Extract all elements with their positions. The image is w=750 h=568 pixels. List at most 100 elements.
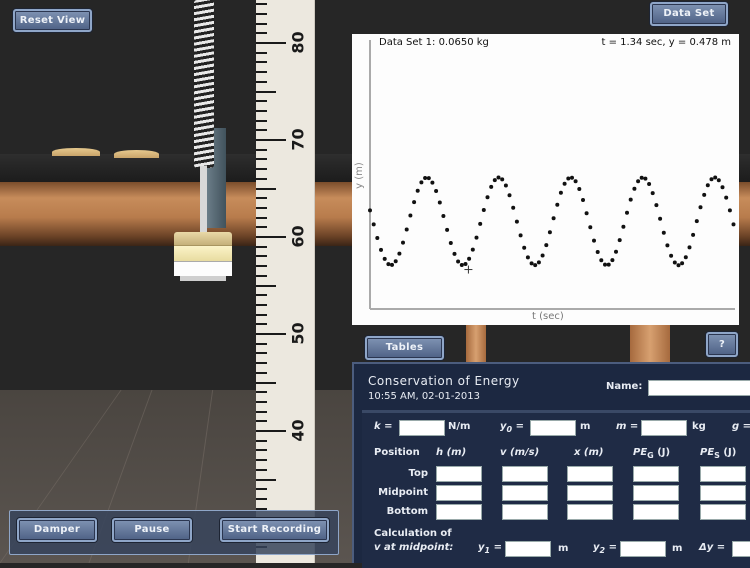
data-point bbox=[665, 243, 670, 248]
ruler-tick bbox=[256, 226, 267, 229]
dy-input[interactable] bbox=[732, 541, 750, 557]
g-label: g = bbox=[732, 421, 750, 432]
y1-input[interactable] bbox=[505, 541, 551, 557]
ruler-tick bbox=[256, 497, 267, 500]
y2-label: y2 = bbox=[593, 542, 617, 555]
midpoint-x-input[interactable] bbox=[567, 485, 613, 501]
midpoint-v-input[interactable] bbox=[502, 485, 548, 501]
data-point bbox=[474, 235, 479, 240]
name-input[interactable] bbox=[648, 380, 750, 396]
data-point bbox=[698, 205, 703, 210]
data-point bbox=[581, 198, 585, 202]
table-leg bbox=[466, 325, 486, 365]
data-point bbox=[496, 175, 501, 180]
data-point bbox=[683, 255, 688, 260]
k-label: k = bbox=[374, 421, 393, 432]
data-point bbox=[382, 256, 387, 261]
row-label-top: Top bbox=[408, 468, 428, 479]
data-point bbox=[500, 177, 505, 182]
y0-input[interactable] bbox=[530, 420, 576, 436]
top-h-input[interactable] bbox=[436, 466, 482, 482]
data-point bbox=[503, 183, 508, 188]
calc-label-2: v at midpoint: bbox=[374, 542, 454, 553]
data-point bbox=[371, 222, 376, 227]
reset-view-button[interactable]: Reset View bbox=[13, 9, 92, 32]
data-point bbox=[617, 238, 622, 243]
bottom-pe-g-input[interactable] bbox=[633, 504, 679, 520]
help-button[interactable]: ? bbox=[706, 332, 738, 357]
data-point bbox=[445, 227, 450, 232]
tables-button[interactable]: Tables bbox=[365, 336, 444, 360]
top-pe-g-input[interactable] bbox=[633, 466, 679, 482]
data-set-button[interactable]: Data Set bbox=[650, 2, 728, 26]
data-point bbox=[430, 180, 435, 185]
ruler-tick bbox=[256, 22, 267, 25]
bottom-v-input[interactable] bbox=[502, 504, 548, 520]
data-point bbox=[481, 208, 486, 212]
data-point bbox=[676, 263, 681, 268]
y0-label: y0 = bbox=[500, 421, 524, 434]
y2-unit: m bbox=[672, 543, 683, 554]
midpoint-pe-g-input[interactable] bbox=[633, 485, 679, 501]
data-point bbox=[448, 241, 453, 245]
ruler-tick bbox=[256, 168, 267, 171]
data-point bbox=[401, 240, 405, 245]
data-point bbox=[379, 247, 383, 252]
bottom-h-input[interactable] bbox=[436, 504, 482, 520]
m-input[interactable] bbox=[641, 420, 687, 436]
ruler-tick bbox=[256, 42, 286, 44]
data-point bbox=[452, 251, 457, 256]
ruler-tick bbox=[256, 313, 267, 316]
data-point bbox=[437, 200, 442, 205]
data-point bbox=[584, 211, 589, 216]
col-pe-g: PEG (J) bbox=[633, 447, 671, 460]
data-point bbox=[540, 253, 545, 258]
data-point bbox=[709, 177, 714, 182]
ruler-tick bbox=[256, 139, 286, 141]
data-point bbox=[386, 262, 391, 267]
ruler-tick bbox=[256, 32, 267, 35]
ruler[interactable]: 80 70 60 50 40 bbox=[256, 0, 315, 563]
data-point bbox=[614, 249, 618, 254]
top-pe-s-input[interactable] bbox=[700, 466, 746, 482]
data-point bbox=[716, 178, 721, 183]
ruler-tick bbox=[256, 80, 267, 83]
midpoint-pe-s-input[interactable] bbox=[700, 485, 746, 501]
data-point bbox=[650, 191, 655, 196]
data-point bbox=[713, 175, 718, 180]
x-axis-label: t (sec) bbox=[532, 311, 564, 322]
data-point bbox=[489, 184, 494, 189]
energy-worksheet: Conservation of Energy 10:55 AM, 02-01-2… bbox=[352, 362, 750, 568]
position-time-graph[interactable]: Data Set 1: 0.0650 kg t = 1.34 sec, y = … bbox=[352, 34, 739, 325]
ruler-tick bbox=[256, 381, 276, 384]
data-point bbox=[687, 245, 692, 250]
k-input[interactable] bbox=[399, 420, 445, 436]
hanging-mass[interactable] bbox=[174, 232, 232, 282]
ruler-tick bbox=[256, 206, 267, 209]
data-point bbox=[724, 195, 729, 200]
data-point bbox=[661, 230, 666, 235]
data-point bbox=[434, 189, 439, 193]
data-point bbox=[415, 188, 420, 193]
pause-button[interactable]: Pause bbox=[112, 518, 192, 542]
data-point bbox=[511, 205, 516, 210]
data-point bbox=[658, 216, 663, 221]
ruler-tick bbox=[256, 400, 267, 403]
data-point bbox=[691, 232, 696, 237]
midpoint-h-input[interactable] bbox=[436, 485, 482, 501]
damper-button[interactable]: Damper bbox=[17, 518, 97, 542]
start-recording-button[interactable]: Start Recording bbox=[220, 518, 329, 542]
bottom-x-input[interactable] bbox=[567, 504, 613, 520]
y1-label: y1 = bbox=[478, 542, 502, 555]
top-x-input[interactable] bbox=[567, 466, 613, 482]
top-v-input[interactable] bbox=[502, 466, 548, 482]
bottom-pe-s-input[interactable] bbox=[700, 504, 746, 520]
data-point bbox=[599, 258, 604, 263]
y2-input[interactable] bbox=[620, 541, 666, 557]
data-point bbox=[397, 251, 402, 256]
ruler-tick bbox=[256, 303, 267, 306]
data-point bbox=[404, 227, 409, 232]
col-x: x (m) bbox=[574, 447, 604, 458]
m-label: m = bbox=[616, 421, 639, 432]
col-v: v (m/s) bbox=[500, 447, 540, 458]
